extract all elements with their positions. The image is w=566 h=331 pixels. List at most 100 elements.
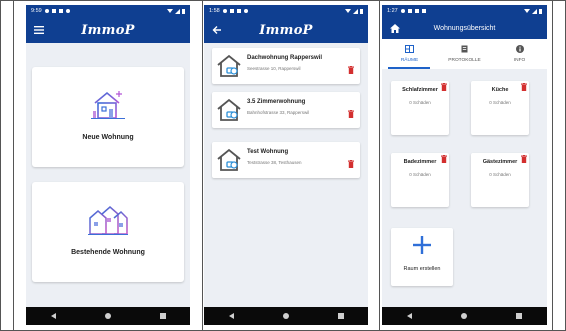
signal-icon	[353, 8, 358, 14]
nav-recents-icon[interactable]	[337, 313, 344, 319]
nav-home-icon[interactable]	[282, 313, 289, 319]
apartment-address: Seestrasse 10, Rapperswil	[247, 66, 301, 71]
app-logo: ImmoP	[81, 22, 135, 38]
tab-label: INFO	[513, 58, 526, 63]
settings-status-icon	[222, 9, 227, 13]
system-nav-bar	[26, 307, 190, 325]
plus-icon	[413, 236, 431, 259]
nav-back-icon[interactable]	[228, 313, 234, 319]
tab-protocols[interactable]: PROTOKOLLE	[437, 39, 492, 69]
status-time: 9:59	[31, 8, 42, 14]
room-card[interactable]: Badezimmer 0 Schäden	[391, 153, 449, 207]
image-status-icon	[229, 9, 234, 13]
storage-status-icon	[421, 9, 426, 13]
apartment-name: Dachwohnung Rapperswil	[247, 55, 323, 61]
room-damage-count: 0 Schäden	[489, 100, 511, 105]
storage-status-icon	[58, 9, 63, 13]
wifi-icon	[524, 9, 530, 13]
phone-home-screen: 9:59 ImmoP Neue Wohnung Bestehende Wohnu…	[26, 5, 190, 325]
room-card[interactable]: Schlafzimmer 0 Schäden	[391, 81, 449, 135]
nav-recents-icon[interactable]	[516, 313, 523, 319]
nav-back-icon[interactable]	[50, 313, 56, 319]
phone-apartment-overview: 1:27 Wohnungsübersicht RÄUME PROTOKOLLE …	[382, 5, 547, 325]
protocol-icon	[461, 45, 468, 55]
new-house-icon	[91, 89, 125, 126]
room-name: Gästezimmer	[482, 159, 518, 165]
apartment-list-item[interactable]: Test Wohnung Teststrasse 38, Testhausen	[212, 142, 360, 178]
status-bar: 9:59	[26, 5, 190, 17]
room-card[interactable]: Gästezimmer 0 Schäden	[471, 153, 529, 207]
existing-apartment-label: Bestehende Wohnung	[71, 249, 145, 256]
battery-icon	[360, 8, 363, 14]
add-room-button[interactable]: Raum erstellen	[391, 228, 453, 286]
info-icon	[515, 45, 524, 55]
status-time: 1:27	[387, 8, 398, 14]
delete-icon[interactable]	[348, 61, 354, 79]
sync-status-icon	[243, 9, 248, 13]
delete-icon[interactable]	[348, 105, 354, 123]
wifi-icon	[345, 9, 351, 13]
room-damage-count: 0 Schäden	[489, 172, 511, 177]
settings-status-icon	[44, 9, 49, 13]
new-apartment-label: Neue Wohnung	[82, 134, 134, 141]
divider	[13, 0, 14, 331]
settings-status-icon	[400, 9, 405, 13]
image-status-icon	[407, 9, 412, 13]
image-status-icon	[51, 9, 56, 13]
app-bar: ImmoP	[204, 17, 368, 43]
apartment-name: 3.5 Zimmerwohnung	[247, 99, 306, 105]
signal-icon	[175, 8, 180, 14]
room-name: Badezimmer	[403, 159, 437, 165]
tab-label: PROTOKOLLE	[448, 58, 481, 63]
storage-status-icon	[236, 9, 241, 13]
room-damage-count: 0 Schäden	[409, 100, 431, 105]
battery-icon	[539, 8, 542, 14]
page-title: Wohnungsübersicht	[433, 24, 496, 32]
apartment-list-item[interactable]: 3.5 Zimmerwohnung Bahnhofstrasse 33, Rap…	[212, 92, 360, 128]
sync-status-icon	[65, 9, 70, 13]
room-card[interactable]: Küche 0 Schäden	[471, 81, 529, 135]
app-bar: ImmoP	[26, 17, 190, 43]
new-apartment-card[interactable]: Neue Wohnung	[32, 67, 184, 167]
room-name: Schlafzimmer	[402, 87, 438, 93]
tab-info[interactable]: INFO	[492, 39, 547, 69]
apartment-address: Bahnhofstrasse 33, Rapperswil	[247, 110, 310, 115]
nav-home-icon[interactable]	[460, 313, 467, 319]
rooms-icon	[405, 45, 414, 55]
wifi-icon	[167, 9, 173, 13]
status-bar: 1:27	[382, 5, 547, 17]
battery-icon	[182, 8, 185, 14]
apartment-name: Test Wohnung	[247, 149, 289, 155]
apartment-address: Teststrasse 38, Testhausen	[247, 160, 302, 165]
house-icon	[216, 147, 242, 178]
status-time: 1:58	[209, 8, 220, 14]
house-icon	[216, 53, 242, 84]
divider	[202, 0, 203, 331]
storage-status-icon	[414, 9, 419, 13]
room-name: Küche	[491, 87, 509, 93]
system-nav-bar	[204, 307, 368, 325]
tab-label: RÄUME	[400, 58, 419, 63]
house-icon	[216, 97, 242, 128]
nav-back-icon[interactable]	[406, 313, 412, 319]
tab-bar: RÄUME PROTOKOLLE INFO	[382, 39, 547, 69]
home-icon[interactable]	[388, 21, 402, 35]
app-logo: ImmoP	[259, 22, 313, 38]
back-arrow-icon[interactable]	[210, 23, 224, 37]
phone-apartment-list: 1:58 ImmoP Dachwohnung Rapperswil Seestr…	[204, 5, 368, 325]
active-tab-indicator	[388, 67, 430, 69]
system-nav-bar	[382, 307, 547, 325]
tab-rooms[interactable]: RÄUME	[382, 39, 437, 69]
status-bar: 1:58	[204, 5, 368, 17]
menu-icon[interactable]	[32, 23, 46, 37]
nav-home-icon[interactable]	[104, 313, 111, 319]
nav-recents-icon[interactable]	[159, 313, 166, 319]
signal-icon	[532, 8, 537, 14]
add-room-label: Raum erstellen	[403, 266, 441, 272]
existing-houses-icon	[88, 204, 128, 241]
delete-icon[interactable]	[348, 155, 354, 173]
apartment-list-item[interactable]: Dachwohnung Rapperswil Seestrasse 10, Ra…	[212, 48, 360, 84]
divider	[379, 0, 380, 331]
app-bar: Wohnungsübersicht	[382, 17, 547, 39]
existing-apartment-card[interactable]: Bestehende Wohnung	[32, 182, 184, 282]
